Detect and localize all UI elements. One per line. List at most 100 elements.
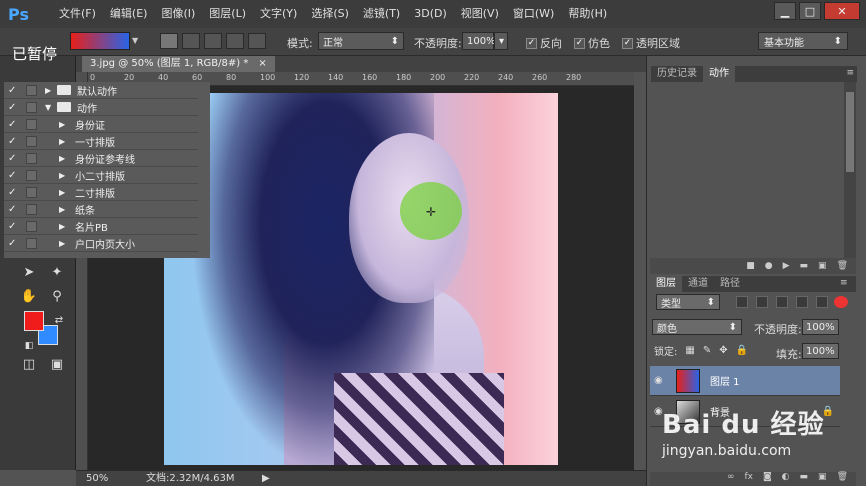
expand-arrow-icon[interactable]: ▶ (59, 188, 69, 197)
linear-gradient-button[interactable] (160, 33, 178, 49)
checkmark-icon[interactable]: ✓ (8, 238, 20, 249)
tab-actions[interactable]: 动作 (703, 66, 735, 82)
dialog-toggle-icon[interactable] (26, 84, 37, 96)
list-item[interactable]: ✓ ▶ 户口内页大小 (4, 235, 198, 252)
expand-arrow-icon[interactable]: ▶ (59, 154, 69, 163)
link-layers-icon[interactable]: ∞ (727, 472, 735, 486)
adjustment-layer-icon[interactable]: ◐ (782, 472, 790, 486)
lock-transparent-icon[interactable]: ▦ (685, 345, 694, 356)
expand-arrow-icon[interactable]: ▶ (59, 120, 69, 129)
menu-filter[interactable]: 滤镜(T) (356, 0, 407, 28)
collapse-arrow-icon[interactable]: ▼ (45, 103, 55, 112)
menu-window[interactable]: 窗口(W) (506, 0, 561, 28)
menu-3d[interactable]: 3D(D) (407, 0, 454, 28)
list-item[interactable]: ✓ ▶ 二寸排版 (4, 184, 198, 201)
new-group-icon[interactable]: ▬ (800, 472, 809, 486)
restore-button[interactable]: □ (799, 2, 821, 20)
radial-gradient-button[interactable] (182, 33, 200, 49)
checkmark-icon[interactable]: ✓ (8, 187, 20, 198)
list-item[interactable]: ✓ ▶ 一寸排版 (4, 133, 198, 150)
tab-history[interactable]: 历史记录 (651, 66, 703, 82)
list-item[interactable]: ✓ ▶ 身份证 (4, 116, 198, 133)
minimize-button[interactable]: ▁ (774, 2, 796, 20)
zoom-tool-icon[interactable]: ⚲ (46, 286, 68, 306)
tab-channels[interactable]: 通道 (682, 276, 714, 292)
mode-select[interactable]: 正常 ⬍ (318, 32, 404, 50)
record-icon[interactable]: ● (765, 261, 773, 271)
new-layer-icon[interactable]: ▣ (818, 472, 827, 486)
zoom-level[interactable]: 50% (86, 471, 108, 486)
workspace-select[interactable]: 基本功能 ⬍ (758, 32, 848, 50)
dialog-toggle-icon[interactable] (26, 220, 37, 232)
checkmark-icon[interactable]: ✓ (8, 204, 20, 215)
blend-mode-select[interactable]: 颜色 ⬍ (652, 319, 742, 335)
checkmark-icon[interactable]: ✓ (8, 119, 20, 130)
new-set-icon[interactable]: ▬ (800, 261, 809, 271)
tab-paths[interactable]: 路径 (714, 276, 746, 292)
play-icon[interactable]: ▶ (783, 261, 790, 271)
menu-layer[interactable]: 图层(L) (202, 0, 253, 28)
menu-view[interactable]: 视图(V) (454, 0, 506, 28)
new-action-icon[interactable]: ▣ (818, 261, 827, 271)
adjustment-filter-icon[interactable] (756, 296, 768, 308)
opacity-input[interactable]: 100% (462, 32, 496, 50)
checkmark-icon[interactable]: ✓ (8, 102, 20, 113)
list-item[interactable]: ✓ ▼ 动作 (4, 99, 198, 116)
layer-row[interactable]: ◉ 图层 1 (650, 366, 840, 396)
expand-arrow-icon[interactable]: ▶ (59, 171, 69, 180)
dialog-toggle-icon[interactable] (26, 135, 37, 147)
checkmark-icon[interactable]: ✓ (8, 85, 20, 96)
transparency-checkbox[interactable]: ✓ 透明区域 (622, 35, 680, 51)
default-colors-icon[interactable]: ◧ (18, 336, 40, 356)
pixel-filter-icon[interactable] (736, 296, 748, 308)
hand-tool-icon[interactable]: ✋ (18, 286, 40, 306)
expand-arrow-icon[interactable]: ▶ (59, 205, 69, 214)
reverse-checkbox[interactable]: ✓ 反向 (526, 35, 562, 51)
menu-image[interactable]: 图像(I) (154, 0, 202, 28)
dialog-toggle-icon[interactable] (26, 237, 37, 249)
dialog-toggle-icon[interactable] (26, 203, 37, 215)
quick-mask-icon[interactable]: ◫ (18, 354, 40, 374)
panel-menu-icon[interactable]: ≡ (840, 278, 848, 288)
angle-gradient-button[interactable] (204, 33, 222, 49)
expand-arrow-icon[interactable]: ▶ (59, 222, 69, 231)
gradient-preview[interactable] (70, 32, 130, 50)
checkmark-icon[interactable]: ✓ (8, 170, 20, 181)
panel-menu-icon[interactable]: ≡ (846, 68, 854, 78)
layer-opacity-input[interactable]: 100% (802, 319, 839, 335)
list-item[interactable]: ✓ ▶ 默认动作 (4, 82, 198, 99)
menu-edit[interactable]: 编辑(E) (103, 0, 155, 28)
tab-layers[interactable]: 图层 (650, 276, 682, 292)
list-item[interactable]: ✓ ▶ 身份证参考线 (4, 150, 198, 167)
menu-help[interactable]: 帮助(H) (561, 0, 614, 28)
list-item[interactable]: ✓ ▶ 小二寸排版 (4, 167, 198, 184)
expand-arrow-icon[interactable]: ▶ (59, 239, 69, 248)
menu-select[interactable]: 选择(S) (304, 0, 356, 28)
dialog-toggle-icon[interactable] (26, 101, 37, 113)
menu-type[interactable]: 文字(Y) (253, 0, 304, 28)
foreground-color-swatch[interactable] (24, 311, 44, 331)
shape-tool-icon[interactable]: ✦ (46, 262, 68, 282)
expand-arrow-icon[interactable]: ▶ (45, 86, 55, 95)
list-item[interactable]: ✓ ▶ 纸条 (4, 201, 198, 218)
dialog-toggle-icon[interactable] (26, 118, 37, 130)
checkmark-icon[interactable]: ✓ (8, 221, 20, 232)
dialog-toggle-icon[interactable] (26, 152, 37, 164)
close-tab-icon[interactable]: × (258, 56, 266, 72)
gradient-dropdown-icon[interactable]: ▼ (132, 36, 142, 46)
fx-icon[interactable]: fx (744, 472, 753, 486)
smart-object-filter-icon[interactable] (816, 296, 828, 308)
fill-input[interactable]: 100% (802, 343, 839, 359)
status-arrow-icon[interactable]: ▶ (262, 471, 270, 486)
reflected-gradient-button[interactable] (226, 33, 244, 49)
dialog-toggle-icon[interactable] (26, 186, 37, 198)
dither-checkbox[interactable]: ✓ 仿色 (574, 35, 610, 51)
list-item[interactable]: ✓ ▶ 名片PB (4, 218, 198, 235)
opacity-dropdown[interactable]: ▾ (494, 32, 508, 50)
type-filter-icon[interactable] (776, 296, 788, 308)
filter-toggle-icon[interactable] (834, 296, 848, 308)
menu-file[interactable]: 文件(F) (52, 0, 103, 28)
expand-arrow-icon[interactable]: ▶ (59, 137, 69, 146)
checkmark-icon[interactable]: ✓ (8, 136, 20, 147)
stop-icon[interactable]: ■ (746, 261, 755, 271)
